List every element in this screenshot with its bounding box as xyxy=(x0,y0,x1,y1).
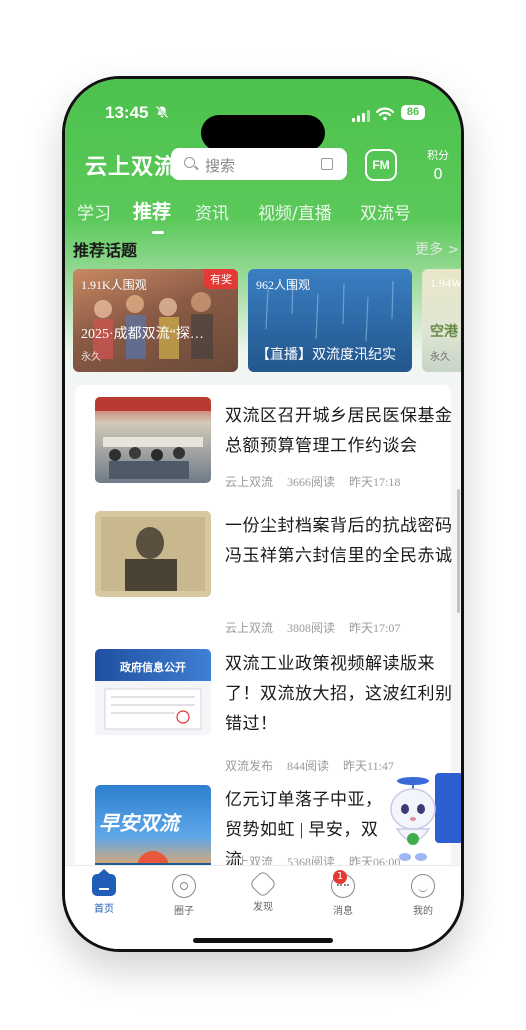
tab-video-live[interactable]: 视频/直播 xyxy=(258,199,332,224)
article-source: 双流发布 xyxy=(225,759,274,773)
battery-indicator: 86 xyxy=(401,105,425,120)
tabbar-item-profile[interactable]: 我的 xyxy=(393,874,453,917)
article-reads: 3666阅读 xyxy=(287,475,336,489)
tab-shuangliu-hao[interactable]: 双流号 xyxy=(360,199,411,224)
fm-radio-button[interactable]: FM xyxy=(365,149,397,181)
article-meta: 双流发布 844阅读 昨天11:47 xyxy=(225,757,408,774)
topic-duration: 永久 xyxy=(430,352,450,363)
bottom-tab-bar: 首页 圈子 发现 1 消息 我的 xyxy=(65,865,461,949)
search-placeholder: 搜索 xyxy=(205,157,236,175)
tabbar-item-discover[interactable]: 发现 xyxy=(233,869,293,913)
tabbar-item-home[interactable]: 首页 xyxy=(74,869,134,915)
tabbar-label: 圈子 xyxy=(174,906,194,917)
app-logo: 云上双流 xyxy=(85,155,178,180)
wifi-icon xyxy=(376,107,394,121)
app-screen: 13:45 86 云上双流 搜索 FM 积分 0 学习 推荐 资讯 视频/直播 … xyxy=(65,79,461,949)
message-count-badge: 1 xyxy=(333,870,347,884)
article-thumbnail: 政府信息公开 xyxy=(95,649,211,735)
article-title: 双流工业政策视频解读版来了！双流放大招，这波红利别错过！ xyxy=(225,654,453,733)
article-meta: 云上双流 3666阅读 昨天17:18 xyxy=(225,473,414,490)
gov-info-banner: 政府信息公开 xyxy=(95,649,211,681)
topic-views: 962人围观 xyxy=(256,278,311,292)
tab-recommend[interactable]: 推荐 xyxy=(133,197,171,224)
tabbar-item-messages[interactable]: 1 消息 xyxy=(313,870,373,917)
scan-icon[interactable] xyxy=(321,158,333,170)
points-value: 0 xyxy=(433,165,443,183)
dynamic-island xyxy=(201,115,325,151)
circle-icon xyxy=(172,874,196,898)
topic-title: 【直播】双流度汛纪实 xyxy=(256,348,396,363)
tabbar-item-circle[interactable]: 圈子 xyxy=(154,874,214,917)
topic-views: 1.91K人围观 xyxy=(81,278,147,292)
article-meta: 云上双流 3808阅读 昨天17:07 xyxy=(225,619,414,636)
topic-duration: 永久 xyxy=(81,352,101,363)
article-title: 双流区召开城乡居民医保基金总额预算管理工作约谈会 xyxy=(225,406,453,455)
article-thumbnail: 早安双流 xyxy=(95,785,211,871)
home-icon xyxy=(92,869,116,896)
silent-bell-icon xyxy=(155,105,169,123)
article-reads: 3808阅读 xyxy=(287,621,336,635)
topic-card[interactable]: 962人围观 【直播】双流度汛纪实 xyxy=(248,269,412,372)
article-thumbnail xyxy=(95,511,211,597)
home-indicator xyxy=(193,938,333,943)
points-widget[interactable]: 积分 0 xyxy=(425,147,451,183)
topic-views: 1.94W xyxy=(430,276,461,290)
article-time: 昨天17:07 xyxy=(349,621,401,635)
article-item[interactable]: 双流区召开城乡居民医保基金总额预算管理工作约谈会 云上双流 3666阅读 昨天17:… xyxy=(95,397,452,507)
article-title: 一份尘封档案背后的抗战密码 冯玉祥第六封信里的全民赤诚 xyxy=(225,516,453,565)
compass-icon xyxy=(248,869,278,899)
phone-frame: 13:45 86 云上双流 搜索 FM 积分 0 学习 推荐 资讯 视频/直播 … xyxy=(62,76,464,952)
tab-news[interactable]: 资讯 xyxy=(195,199,229,224)
topic-title: 2025·成都双流“探… xyxy=(81,327,204,342)
search-input[interactable]: 搜索 xyxy=(171,148,347,180)
article-time: 昨天17:18 xyxy=(349,475,401,489)
channel-tabs: 学习 推荐 资讯 视频/直播 双流号 xyxy=(65,197,461,335)
article-item[interactable]: 一份尘封档案背后的抗战密码 冯玉祥第六封信里的全民赤诚 云上双流 3808阅读 昨天… xyxy=(95,509,452,639)
status-time: 13:45 xyxy=(105,103,149,122)
tab-study[interactable]: 学习 xyxy=(77,199,111,224)
scrollbar[interactable] xyxy=(457,489,460,613)
tabbar-label: 首页 xyxy=(94,904,114,915)
topic-title: 空港 xyxy=(430,325,458,340)
article-source: 云上双流 xyxy=(225,621,274,635)
article-source: 云上双流 xyxy=(225,475,274,489)
status-bar: 13:45 86 xyxy=(65,103,461,151)
profile-icon xyxy=(411,874,435,898)
active-tab-indicator xyxy=(152,231,164,234)
mascot-assistant-icon[interactable] xyxy=(383,769,461,865)
search-icon xyxy=(184,157,195,168)
topic-card[interactable]: 1.94W 空港 永久 xyxy=(422,269,461,372)
tabbar-label: 发现 xyxy=(253,902,273,913)
article-thumbnail xyxy=(95,397,211,483)
signal-icon xyxy=(352,110,370,122)
more-link[interactable]: 更多 > xyxy=(415,239,459,259)
section-title: 推荐话题 xyxy=(73,241,138,260)
reward-badge: 有奖 xyxy=(204,269,238,289)
tabbar-label: 我的 xyxy=(413,906,433,917)
article-item[interactable]: 政府信息公开 双流工业政策视频解读版来了！双流放大招，这波红利别错过！ 双流发布… xyxy=(95,647,452,777)
topic-card[interactable]: 1.91K人围观 2025·成都双流“探… 永久 有奖 xyxy=(73,269,238,372)
tabbar-label: 消息 xyxy=(333,906,353,917)
article-reads: 844阅读 xyxy=(287,759,330,773)
points-label: 积分 xyxy=(427,149,449,162)
